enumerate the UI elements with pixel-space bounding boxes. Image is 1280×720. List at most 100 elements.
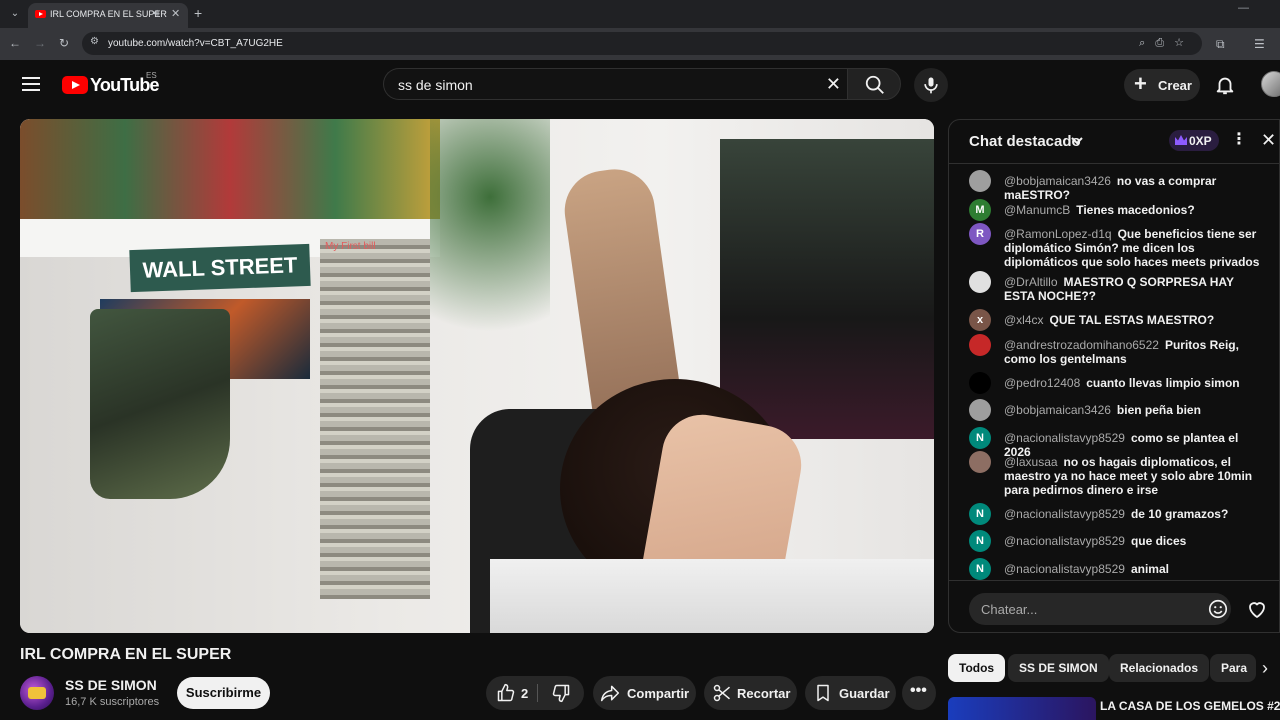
chat-author-avatar[interactable]: [969, 271, 991, 293]
chat-author-avatar[interactable]: N: [969, 558, 991, 580]
share-button[interactable]: Compartir: [593, 676, 696, 710]
chat-message-body: @nacionalistavyp8529 animal: [1004, 562, 1265, 576]
chat-author-avatar[interactable]: N: [969, 503, 991, 525]
channel-avatar[interactable]: [20, 676, 54, 710]
more-vertical-icon[interactable]: ⋮: [1231, 131, 1247, 149]
clip-button[interactable]: Recortar: [704, 676, 797, 710]
create-button[interactable]: + Crear: [1124, 69, 1200, 101]
chat-message-body: @DrAltillo MAESTRO Q SORPRESA HAY ESTA NO…: [1004, 275, 1265, 303]
address-bar[interactable]: ⚙︎ youtube.com/watch?v=CBT_A7UG2HE ⌕⎙☆: [82, 32, 1202, 55]
subscribe-button[interactable]: Suscribirme: [177, 677, 270, 709]
more-horizontal-icon: •••: [910, 682, 927, 699]
speaker-icon[interactable]: 🔊︎: [153, 8, 159, 19]
chevron-right-icon[interactable]: ›: [1262, 656, 1268, 680]
chat-author-avatar[interactable]: [969, 372, 991, 394]
video-wall-street-sign: WALL STREET: [129, 243, 311, 293]
chip-for-you[interactable]: Para: [1210, 654, 1256, 682]
chat-title[interactable]: Chat destacado: [969, 133, 1081, 150]
chat-author-name[interactable]: @xl4cx: [1004, 313, 1044, 327]
chat-message-body: @andrestrozadomihano6522 Puritos Reig, co…: [1004, 338, 1265, 366]
dislike-thumbs-down-icon[interactable]: [551, 683, 571, 703]
chat-author-name[interactable]: @nacionalistavyp8529: [1004, 534, 1125, 548]
chat-input-placeholder[interactable]: Chatear...: [981, 602, 1037, 617]
chat-author-name[interactable]: @bobjamaican3426: [1004, 174, 1111, 188]
chip-related[interactable]: Relacionados: [1109, 654, 1210, 682]
chat-message-body: @nacionalistavyp8529 de 10 gramazos?: [1004, 507, 1265, 521]
hamburger-menu-icon[interactable]: [22, 77, 40, 91]
close-icon[interactable]: ✕: [1261, 130, 1276, 150]
chevron-down-icon[interactable]: [1070, 131, 1084, 151]
chat-message-body: @bobjamaican3426 bien peña bien: [1004, 403, 1265, 417]
chat-author-name[interactable]: @andrestrozadomihano6522: [1004, 338, 1159, 352]
forward-arrow-icon[interactable]: →: [34, 36, 46, 50]
chat-author-name[interactable]: @bobjamaican3426: [1004, 403, 1111, 417]
account-avatar[interactable]: [1261, 71, 1280, 97]
chat-author-avatar[interactable]: M: [969, 199, 991, 221]
youtube-header: YouTube ES ss de simon ✕ + Crear: [0, 60, 1280, 110]
chat-author-avatar[interactable]: [969, 451, 991, 473]
chat-author-name[interactable]: @RamonLopez-d1q: [1004, 227, 1112, 241]
bookmark-icon: [817, 684, 829, 702]
url-text[interactable]: youtube.com/watch?v=CBT_A7UG2HE: [108, 38, 283, 49]
search-button[interactable]: [847, 68, 901, 100]
chip-all[interactable]: Todos: [948, 654, 1006, 682]
chat-author-name[interactable]: @nacionalistavyp8529: [1004, 507, 1125, 521]
new-tab-plus-icon[interactable]: +: [194, 5, 202, 21]
chat-input[interactable]: Chatear...: [969, 593, 1231, 625]
chat-input-area: Chatear...: [949, 580, 1279, 632]
video-player[interactable]: WALL STREET My First bill: [20, 119, 934, 633]
chat-author-avatar[interactable]: [969, 170, 991, 192]
chat-author-name[interactable]: @nacionalistavyp8529: [1004, 431, 1125, 445]
extensions-puzzle-icon[interactable]: ⧉: [1216, 37, 1225, 52]
chat-author-name[interactable]: @laxusaa: [1004, 455, 1058, 469]
save-button[interactable]: Guardar: [805, 676, 896, 710]
chat-author-name[interactable]: @pedro12408: [1004, 376, 1080, 390]
browser-toolbar: ← → ↻ ⚙︎ youtube.com/watch?v=CBT_A7UG2HE…: [0, 28, 1280, 60]
video-bills-label: My First bill: [325, 241, 376, 252]
create-label: Crear: [1158, 78, 1192, 93]
reading-list-icon[interactable]: ☰: [1254, 37, 1265, 51]
like-count[interactable]: 2: [521, 686, 528, 701]
youtube-logo-icon[interactable]: [62, 76, 88, 94]
channel-name[interactable]: SS DE SIMON: [65, 677, 157, 693]
search-icon: [865, 75, 884, 94]
chat-author-avatar[interactable]: x: [969, 309, 991, 331]
clear-search-icon[interactable]: ✕: [826, 73, 841, 95]
chat-message-body: @RamonLopez-d1q Que beneficios tiene ser …: [1004, 227, 1265, 269]
chat-author-avatar[interactable]: R: [969, 223, 991, 245]
chat-author-name[interactable]: @nacionalistavyp8529: [1004, 562, 1125, 576]
recommended-title[interactable]: LA CASA DE LOS GEMELOS #2 |: [1100, 699, 1280, 713]
site-info-icon[interactable]: ⚙︎: [90, 36, 99, 47]
chat-author-avatar[interactable]: N: [969, 427, 991, 449]
emoji-icon[interactable]: [1207, 598, 1229, 620]
xp-badge[interactable]: 0XP: [1169, 130, 1219, 151]
search-input[interactable]: ss de simon ✕: [383, 68, 847, 100]
chat-message-body: @ManumcB Tienes macedonios?: [1004, 203, 1265, 217]
live-chat-panel: Chat destacado 0XP ⋮ ✕ @bobjamaican3426 n…: [948, 119, 1280, 633]
chat-author-name[interactable]: @DrAltillo: [1004, 275, 1058, 289]
like-thumbs-up-icon[interactable]: [496, 683, 516, 703]
heart-icon[interactable]: [1245, 597, 1269, 621]
chat-author-avatar[interactable]: [969, 399, 991, 421]
chat-author-avatar[interactable]: N: [969, 530, 991, 552]
chat-author-name[interactable]: @ManumcB: [1004, 203, 1070, 217]
recommended-thumbnail[interactable]: [948, 697, 1096, 720]
more-actions-button[interactable]: •••: [902, 676, 936, 710]
search-input-value[interactable]: ss de simon: [398, 77, 473, 93]
window-minimize-icon[interactable]: —: [1238, 2, 1249, 14]
notifications-bell-icon[interactable]: [1214, 74, 1236, 96]
youtube-favicon-icon: [35, 10, 46, 18]
browser-tab[interactable]: IRL COMPRA EN EL SUPER 🔊︎ ✕: [28, 3, 188, 28]
share-arrow-icon: [600, 685, 620, 702]
tab-list-chevron-icon[interactable]: ⌄: [6, 5, 24, 23]
reload-icon[interactable]: ↻: [59, 36, 69, 50]
voice-search-button[interactable]: [914, 68, 948, 102]
chat-message-text: animal: [1130, 562, 1169, 576]
chat-message-body: @pedro12408 cuanto llevas limpio simon: [1004, 376, 1265, 390]
omnibox-action-icons[interactable]: ⌕⎙☆: [1139, 36, 1194, 50]
tab-close-icon[interactable]: ✕: [171, 7, 180, 20]
back-arrow-icon[interactable]: ←: [9, 36, 21, 50]
chip-channel[interactable]: SS DE SIMON: [1008, 654, 1109, 682]
chat-author-avatar[interactable]: [969, 334, 991, 356]
chat-message-text: QUE TAL ESTAS MAESTRO?: [1049, 313, 1215, 327]
